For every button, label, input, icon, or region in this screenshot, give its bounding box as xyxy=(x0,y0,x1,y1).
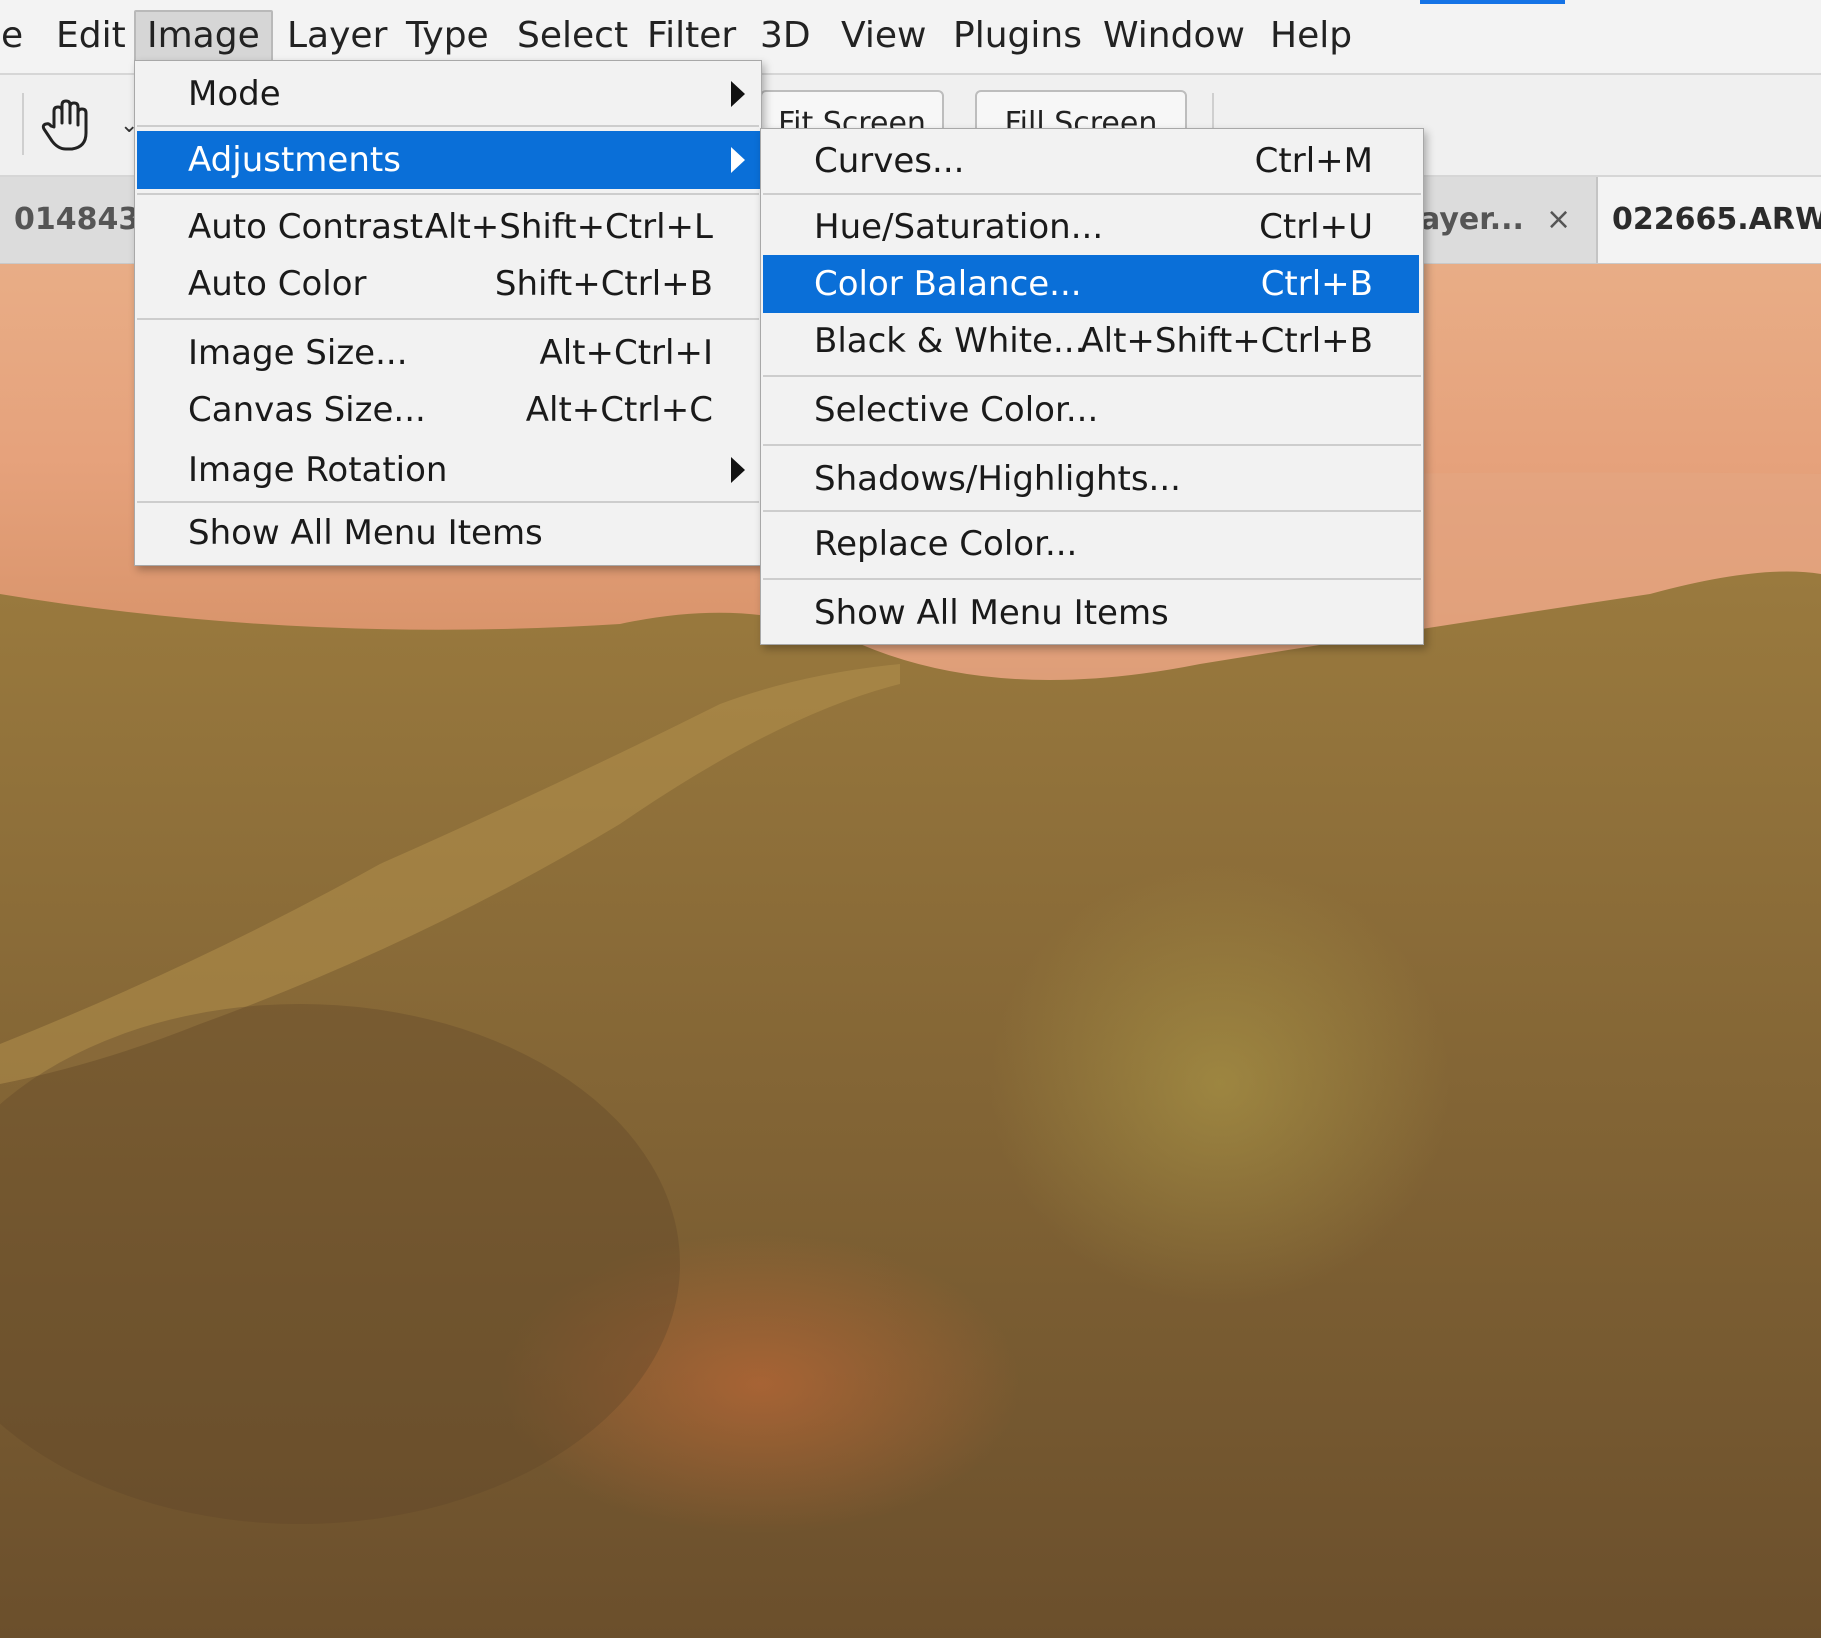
menu-item-label: Hue/Saturation... xyxy=(814,207,1104,247)
active-indicator xyxy=(1420,0,1565,4)
menu-item-replace-color[interactable]: Replace Color... xyxy=(761,515,1423,573)
menu-layer[interactable]: Layer xyxy=(276,10,398,62)
menu-item-hue-saturation[interactable]: Hue/Saturation... Ctrl+U xyxy=(761,198,1423,256)
menu-item-image-size[interactable]: Image Size... Alt+Ctrl+I xyxy=(135,324,761,382)
menu-item-canvas-size[interactable]: Canvas Size... Alt+Ctrl+C xyxy=(135,381,761,439)
menu-help[interactable]: Help xyxy=(1259,10,1363,62)
menu-separator xyxy=(137,318,759,320)
menu-item-label: Curves... xyxy=(814,141,965,181)
menu-item-label: Auto Color xyxy=(188,264,367,304)
document-tab[interactable]: 014843. xyxy=(0,177,149,263)
adjustments-submenu: Curves... Ctrl+M Hue/Saturation... Ctrl+… xyxy=(760,128,1424,645)
menu-item-label: Color Balance... xyxy=(814,264,1082,304)
menu-item-color-balance[interactable]: Color Balance... Ctrl+B xyxy=(763,255,1419,313)
menu-item-shortcut: Ctrl+M xyxy=(1254,141,1373,181)
menu-3d[interactable]: 3D xyxy=(749,10,822,62)
menu-item-shortcut: Shift+Ctrl+B xyxy=(494,264,713,304)
menu-item-label: Adjustments xyxy=(188,140,401,180)
menu-separator xyxy=(763,375,1421,377)
menu-item-shortcut: Alt+Shift+Ctrl+L xyxy=(424,207,713,247)
menu-type[interactable]: Type xyxy=(395,10,500,62)
submenu-arrow-icon xyxy=(731,81,745,107)
menu-filter[interactable]: Filter xyxy=(636,10,747,62)
document-tab[interactable]: ayer... × xyxy=(1420,177,1592,263)
tab-label: ayer... xyxy=(1420,202,1524,237)
menu-item-image-rotation[interactable]: Image Rotation xyxy=(135,441,761,499)
menu-separator xyxy=(763,510,1421,512)
menu-item-show-all[interactable]: Show All Menu Items xyxy=(135,504,761,562)
menu-window[interactable]: Window xyxy=(1092,10,1256,62)
menu-separator xyxy=(137,501,759,503)
submenu-arrow-icon xyxy=(731,147,745,173)
menu-file[interactable]: e xyxy=(0,10,34,62)
menu-view[interactable]: View xyxy=(830,10,937,62)
menu-item-label: Mode xyxy=(188,74,281,114)
menu-item-shortcut: Alt+Shift+Ctrl+B xyxy=(1080,321,1373,361)
menu-item-shortcut: Ctrl+B xyxy=(1260,264,1373,304)
menu-item-label: Image Rotation xyxy=(188,450,448,490)
menu-item-show-all[interactable]: Show All Menu Items xyxy=(761,584,1423,642)
menu-edit[interactable]: Edit xyxy=(45,10,137,62)
menu-separator xyxy=(137,125,759,127)
divider xyxy=(22,93,24,155)
menu-item-label: Show All Menu Items xyxy=(188,513,543,553)
menu-item-label: Canvas Size... xyxy=(188,390,426,430)
document-tab-active[interactable]: 022665.ARW xyxy=(1596,177,1821,263)
menu-item-curves[interactable]: Curves... Ctrl+M xyxy=(761,132,1423,190)
menu-separator xyxy=(763,444,1421,446)
menu-item-selective-color[interactable]: Selective Color... xyxy=(761,381,1423,439)
menu-item-shortcut: Alt+Ctrl+C xyxy=(525,390,713,430)
menu-image[interactable]: Image xyxy=(134,10,273,66)
menu-item-shadows-highlights[interactable]: Shadows/Highlights... xyxy=(761,450,1423,508)
menu-item-auto-color[interactable]: Auto Color Shift+Ctrl+B xyxy=(135,255,761,313)
menu-plugins[interactable]: Plugins xyxy=(942,10,1093,62)
menu-item-auto-contrast[interactable]: Auto Contrast Alt+Shift+Ctrl+L xyxy=(135,198,761,256)
menu-item-shortcut: Alt+Ctrl+I xyxy=(539,333,713,373)
menu-item-label: Auto Contrast xyxy=(188,207,424,247)
menu-item-label: Selective Color... xyxy=(814,390,1099,430)
menu-item-label: Image Size... xyxy=(188,333,408,373)
menu-separator xyxy=(763,193,1421,195)
menu-item-adjustments[interactable]: Adjustments xyxy=(137,131,761,189)
menu-item-mode[interactable]: Mode xyxy=(135,65,761,123)
menu-separator xyxy=(763,578,1421,580)
image-menu: Mode Adjustments Auto Contrast Alt+Shift… xyxy=(134,60,762,566)
submenu-arrow-icon xyxy=(731,457,745,483)
tab-label: 014843. xyxy=(14,202,149,237)
menu-item-black-white[interactable]: Black & White... Alt+Shift+Ctrl+B xyxy=(761,312,1423,370)
menu-item-label: Shadows/Highlights... xyxy=(814,459,1181,499)
close-icon[interactable]: × xyxy=(1546,202,1571,237)
hand-icon[interactable] xyxy=(38,97,94,153)
menu-separator xyxy=(137,193,759,195)
menu-item-label: Black & White... xyxy=(814,321,1086,361)
tab-label: 022665.ARW xyxy=(1612,202,1821,237)
menu-select[interactable]: Select xyxy=(506,10,639,62)
menu-item-shortcut: Ctrl+U xyxy=(1259,207,1373,247)
menu-item-label: Show All Menu Items xyxy=(814,593,1169,633)
menu-item-label: Replace Color... xyxy=(814,524,1078,564)
